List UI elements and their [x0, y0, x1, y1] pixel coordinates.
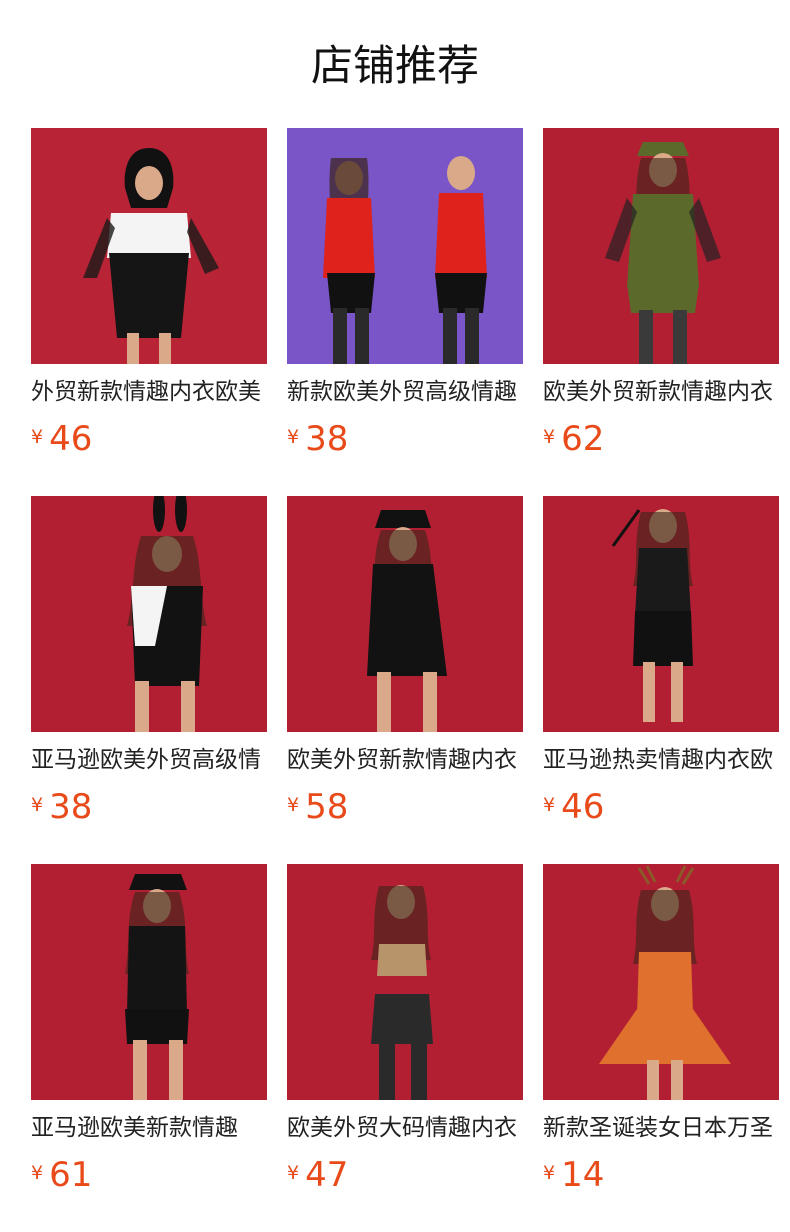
product-image[interactable] [287, 496, 523, 732]
product-image[interactable] [31, 128, 267, 364]
product-image[interactable] [31, 864, 267, 1100]
currency-symbol: ¥ [543, 426, 556, 448]
product-name[interactable]: 新款圣诞装女日本万圣 [543, 1111, 779, 1145]
product-price: 58 [305, 787, 349, 827]
page-title: 店铺推荐 [310, 41, 479, 90]
product-card[interactable]: 外贸新款情趣内衣欧美 ¥46 [31, 128, 267, 468]
product-price-row: ¥47 [287, 1151, 348, 1195]
product-name[interactable]: 亚马逊欧美外贸高级情 [31, 743, 267, 777]
product-card[interactable]: 新款圣诞装女日本万圣 ¥14 [543, 864, 779, 1204]
product-image[interactable] [543, 496, 779, 732]
product-card[interactable]: 欧美外贸大码情趣内衣 ¥47 [287, 864, 523, 1204]
product-price-row: ¥38 [31, 783, 92, 827]
product-name[interactable]: 新款欧美外贸高级情趣 [287, 375, 523, 409]
product-name[interactable]: 欧美外贸新款情趣内衣 [287, 743, 523, 777]
currency-symbol: ¥ [287, 1162, 300, 1184]
product-name[interactable]: 外贸新款情趣内衣欧美 [31, 375, 267, 409]
product-price-row: ¥38 [287, 415, 348, 459]
product-card[interactable]: 亚马逊欧美外贸高级情 ¥38 [31, 496, 267, 836]
currency-symbol: ¥ [543, 1162, 556, 1184]
product-name[interactable]: 亚马逊热卖情趣内衣欧 [543, 743, 779, 777]
product-price-row: ¥46 [31, 415, 92, 459]
product-price: 14 [561, 1155, 605, 1195]
currency-symbol: ¥ [543, 794, 556, 816]
product-card[interactable]: 亚马逊欧美新款情趣 ¥61 [31, 864, 267, 1204]
product-image[interactable] [287, 128, 523, 364]
currency-symbol: ¥ [31, 794, 44, 816]
product-price: 62 [561, 419, 605, 459]
product-price: 38 [305, 419, 349, 459]
product-price: 46 [561, 787, 605, 827]
product-image[interactable] [543, 128, 779, 364]
product-image[interactable] [543, 864, 779, 1100]
product-price-row: ¥46 [543, 783, 604, 827]
currency-symbol: ¥ [31, 426, 44, 448]
product-price: 46 [49, 419, 93, 459]
product-card[interactable]: 亚马逊热卖情趣内衣欧 ¥46 [543, 496, 779, 836]
product-price-row: ¥61 [31, 1151, 92, 1195]
currency-symbol: ¥ [31, 1162, 44, 1184]
currency-symbol: ¥ [287, 426, 300, 448]
product-card[interactable]: 新款欧美外贸高级情趣 ¥38 [287, 128, 523, 468]
product-card[interactable]: 欧美外贸新款情趣内衣 ¥62 [543, 128, 779, 468]
product-price-row: ¥62 [543, 415, 604, 459]
currency-symbol: ¥ [287, 794, 300, 816]
product-price: 61 [49, 1155, 93, 1195]
product-name[interactable]: 亚马逊欧美新款情趣 [31, 1111, 267, 1145]
product-card[interactable]: 欧美外贸新款情趣内衣 ¥58 [287, 496, 523, 836]
product-image[interactable] [287, 864, 523, 1100]
product-price: 38 [49, 787, 93, 827]
product-price: 47 [305, 1155, 349, 1195]
product-name[interactable]: 欧美外贸新款情趣内衣 [543, 375, 779, 409]
product-name[interactable]: 欧美外贸大码情趣内衣 [287, 1111, 523, 1145]
product-price-row: ¥58 [287, 783, 348, 827]
product-image[interactable] [31, 496, 267, 732]
product-price-row: ¥14 [543, 1151, 604, 1195]
